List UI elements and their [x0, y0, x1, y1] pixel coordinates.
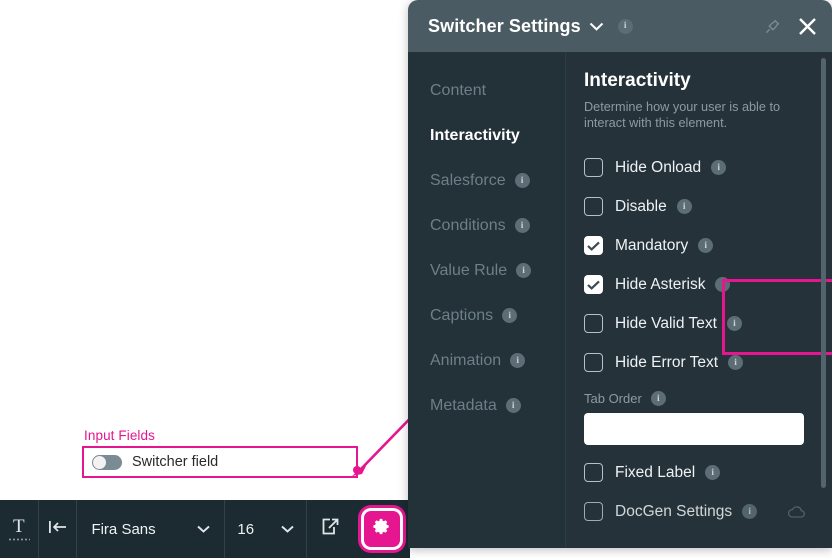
tab-order-label: Tab Order: [584, 391, 642, 406]
info-icon[interactable]: i: [677, 199, 692, 214]
panel-title: Switcher Settings: [428, 16, 581, 37]
switcher-toggle[interactable]: [92, 455, 122, 470]
checkbox-mandatory[interactable]: [584, 236, 603, 255]
info-icon[interactable]: i: [727, 316, 742, 331]
info-icon[interactable]: i: [742, 504, 757, 519]
checkbox-label: Hide Asterisk: [615, 276, 705, 294]
cloud-icon[interactable]: [787, 505, 806, 518]
nav-label: Salesforce: [430, 172, 506, 190]
nav-item-conditions[interactable]: Conditions i: [408, 203, 565, 248]
checkbox-row-mandatory[interactable]: Mandatory i: [584, 226, 832, 265]
nav-item-interactivity[interactable]: Interactivity: [408, 113, 565, 158]
nav-label: Conditions: [430, 217, 506, 235]
checkbox-row-hide-onload[interactable]: Hide Onload i: [584, 148, 832, 187]
pin-icon[interactable]: [764, 18, 781, 35]
nav-label: Metadata: [430, 397, 497, 415]
checkbox-row-hide-error-text[interactable]: Hide Error Text i: [584, 343, 832, 382]
page-description: Determine how your user is able to inter…: [584, 99, 799, 131]
panel-nav: Content Interactivity Salesforce i Condi…: [408, 52, 566, 548]
info-icon[interactable]: i: [705, 465, 720, 480]
checkbox-row-fixed-label[interactable]: Fixed Label i: [584, 453, 832, 492]
checkbox-fixed-label[interactable]: [584, 463, 603, 482]
info-icon[interactable]: i: [618, 19, 633, 34]
checkbox-hide-error-text[interactable]: [584, 353, 603, 372]
open-external-button[interactable]: [307, 500, 353, 558]
checkbox-label: Disable: [615, 198, 667, 216]
font-family-select[interactable]: Fira Sans: [77, 500, 225, 558]
settings-gear-button[interactable]: [354, 500, 410, 558]
nav-item-salesforce[interactable]: Salesforce i: [408, 158, 565, 203]
checkbox-hide-valid-text[interactable]: [584, 314, 603, 333]
input-fields-annotation-label: Input Fields: [84, 428, 155, 443]
info-icon[interactable]: i: [515, 218, 530, 233]
switcher-settings-panel: Switcher Settings i Content: [408, 0, 832, 548]
info-icon[interactable]: i: [698, 238, 713, 253]
panel-title-bar: Switcher Settings i: [408, 0, 832, 52]
open-external-icon: [321, 517, 340, 541]
nav-item-content[interactable]: Content: [408, 68, 565, 113]
font-family-value: Fira Sans: [91, 521, 155, 538]
font-size-value: 16: [237, 521, 254, 538]
chevron-down-icon[interactable]: [589, 22, 604, 31]
checkbox-row-disable[interactable]: Disable i: [584, 187, 832, 226]
info-icon[interactable]: i: [715, 277, 730, 292]
checkbox-hide-asterisk[interactable]: [584, 275, 603, 294]
gear-icon: [372, 517, 391, 541]
checkbox-label: DocGen Settings: [615, 503, 732, 521]
checkbox-label: Hide Onload: [615, 159, 701, 177]
nav-label: Content: [430, 82, 486, 100]
nav-label: Animation: [430, 352, 501, 370]
checkbox-label: Fixed Label: [615, 464, 695, 482]
bottom-toolbar: T Fira Sans 16: [0, 500, 410, 558]
checkbox-hide-onload[interactable]: [584, 158, 603, 177]
checkbox-docgen-settings[interactable]: [584, 502, 603, 521]
text-style-button[interactable]: T: [0, 500, 39, 558]
info-icon[interactable]: i: [506, 398, 521, 413]
info-icon[interactable]: i: [651, 391, 666, 406]
info-icon[interactable]: i: [515, 173, 530, 188]
info-icon[interactable]: i: [728, 355, 743, 370]
checkbox-row-hide-valid-text[interactable]: Hide Valid Text i: [584, 304, 832, 343]
checkbox-row-hide-asterisk[interactable]: Hide Asterisk i: [584, 265, 832, 304]
checkbox-label: Mandatory: [615, 237, 688, 255]
nav-label: Captions: [430, 307, 493, 325]
chevron-down-icon: [281, 525, 294, 533]
font-size-select[interactable]: 16: [225, 500, 307, 558]
text-style-icon: T: [8, 518, 30, 541]
checkbox-row-docgen-settings[interactable]: DocGen Settings i: [584, 492, 832, 531]
nav-item-value-rule[interactable]: Value Rule i: [408, 248, 565, 293]
panel-main: Interactivity Determine how your user is…: [566, 52, 832, 548]
tab-order-input[interactable]: [584, 413, 804, 445]
info-icon[interactable]: i: [711, 160, 726, 175]
page-title: Interactivity: [584, 70, 832, 92]
switcher-field-row[interactable]: Switcher field: [82, 446, 358, 478]
info-icon[interactable]: i: [502, 308, 517, 323]
indent-button[interactable]: [39, 500, 78, 558]
info-icon[interactable]: i: [516, 263, 531, 278]
nav-item-metadata[interactable]: Metadata i: [408, 383, 565, 428]
nav-label: Interactivity: [430, 127, 520, 145]
switcher-field-label: Switcher field: [132, 454, 218, 470]
panel-scrollbar[interactable]: [821, 58, 826, 488]
nav-item-captions[interactable]: Captions i: [408, 293, 565, 338]
panel-body: Content Interactivity Salesforce i Condi…: [408, 52, 832, 548]
checkbox-disable[interactable]: [584, 197, 603, 216]
close-icon[interactable]: [797, 16, 818, 37]
indent-left-icon: [48, 520, 68, 539]
nav-label: Value Rule: [430, 262, 507, 280]
chevron-down-icon: [197, 525, 210, 533]
checkbox-label: Hide Valid Text: [615, 315, 717, 333]
nav-item-animation[interactable]: Animation i: [408, 338, 565, 383]
info-icon[interactable]: i: [510, 353, 525, 368]
tab-order-label-row: Tab Order i: [584, 391, 832, 406]
checkbox-label: Hide Error Text: [615, 354, 718, 372]
